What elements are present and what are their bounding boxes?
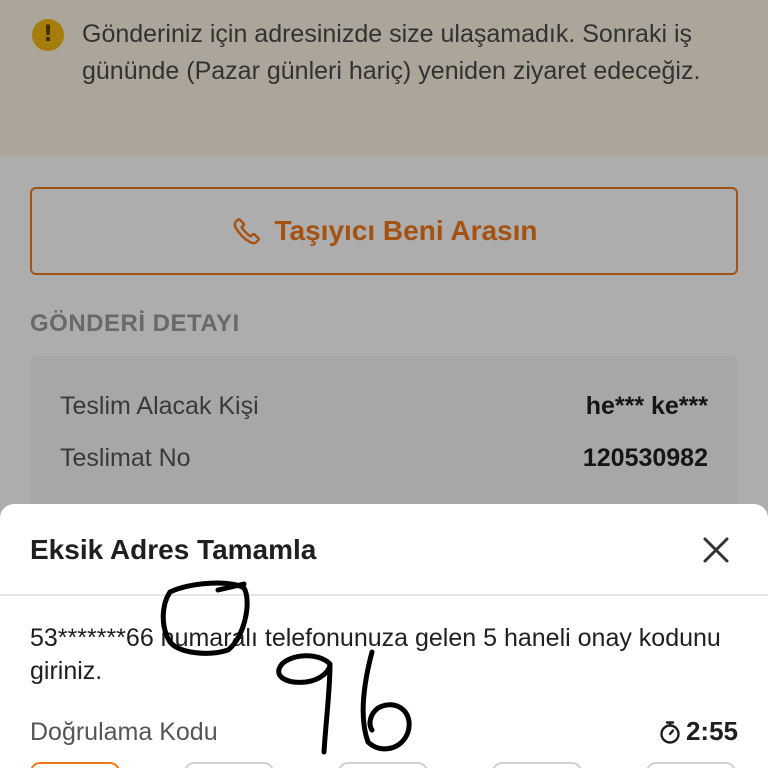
sheet-divider xyxy=(0,594,768,596)
otp-digit-4[interactable] xyxy=(492,762,582,768)
otp-input-row xyxy=(30,762,738,768)
countdown-timer: 2:55 xyxy=(658,716,738,747)
otp-digit-1[interactable] xyxy=(30,762,120,768)
stopwatch-icon xyxy=(660,720,680,744)
missing-address-sheet: Eksik Adres Tamamla 53*******66 numaralı… xyxy=(0,504,768,768)
close-icon xyxy=(703,537,729,563)
otp-digit-2[interactable] xyxy=(184,762,274,768)
sheet-title: Eksik Adres Tamamla xyxy=(30,534,317,565)
close-button[interactable] xyxy=(694,528,738,572)
countdown-value: 2:55 xyxy=(685,716,738,746)
verification-code-label: Doğrulama Kodu xyxy=(30,718,218,746)
otp-digit-3[interactable] xyxy=(338,762,428,768)
otp-digit-5[interactable] xyxy=(646,762,736,768)
verification-instructions: 53*******66 numaralı telefonunuza gelen … xyxy=(30,624,721,685)
